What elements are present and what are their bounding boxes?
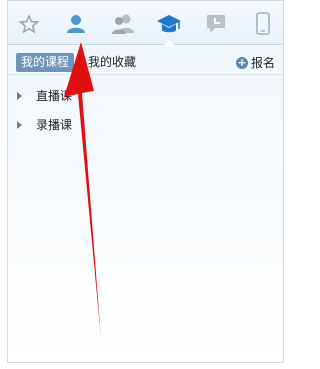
course-panel: 我的课程 我的收藏 + 报名 直播课 录播课: [7, 0, 284, 363]
list-item-recorded-courses[interactable]: 录播课: [8, 110, 283, 139]
course-tabs: 我的课程 我的收藏 + 报名: [8, 45, 283, 75]
graduation-cap-icon[interactable]: [154, 9, 184, 39]
signup-button[interactable]: + 报名: [235, 53, 275, 72]
mobile-phone-icon[interactable]: [248, 9, 278, 39]
course-list: 直播课 录播课: [8, 81, 283, 139]
list-item-label: 录播课: [36, 118, 73, 132]
list-item-live-courses[interactable]: 直播课: [8, 81, 283, 110]
tab-my-courses[interactable]: 我的课程: [16, 53, 75, 72]
contact-icon[interactable]: [61, 9, 91, 39]
top-toolbar: [8, 1, 283, 45]
expand-caret-icon[interactable]: [17, 91, 22, 100]
expand-caret-icon[interactable]: [17, 120, 22, 129]
signup-label: 报名: [250, 56, 275, 70]
list-item-label: 直播课: [36, 89, 73, 103]
message-icon[interactable]: [201, 9, 231, 39]
group-icon[interactable]: [108, 9, 138, 39]
tab-my-favorites[interactable]: 我的收藏: [88, 53, 136, 72]
plus-circle-icon: +: [235, 55, 248, 69]
star-icon[interactable]: [14, 9, 44, 39]
